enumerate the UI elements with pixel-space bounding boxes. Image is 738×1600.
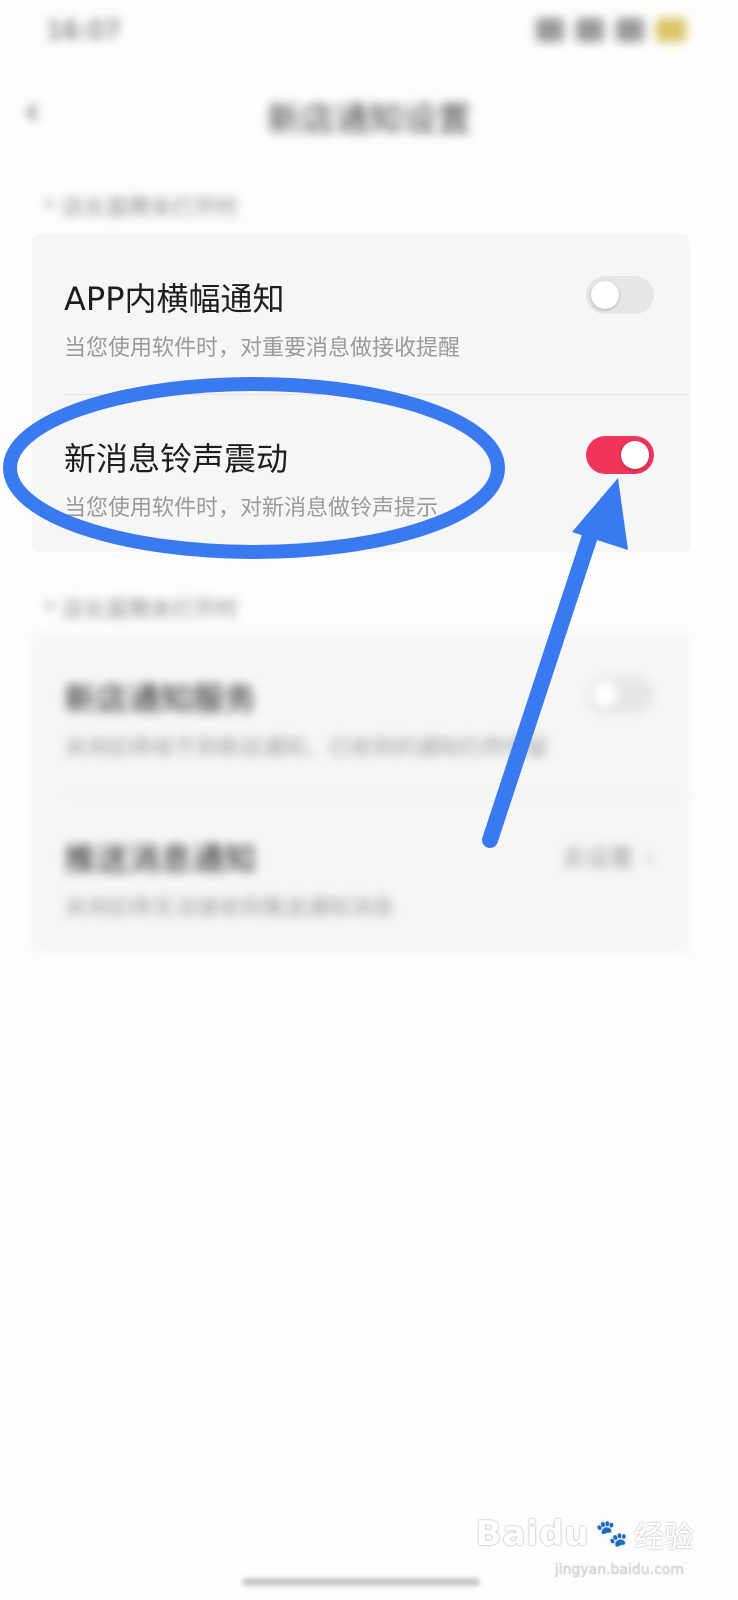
setting-description: 关闭后将无法接收到推送通知消息 — [64, 896, 395, 921]
banner-notification-toggle[interactable] — [586, 276, 654, 314]
watermark-url: jingyan.baidu.com — [554, 1562, 684, 1578]
setting-row-push[interactable]: 推送消息通知 关闭后将无法接收到推送通知消息 去设置 › — [32, 794, 690, 954]
paw-icon: 🐾 — [595, 1519, 628, 1549]
watermark-text: 经验 — [634, 1520, 694, 1555]
network-icon — [616, 18, 644, 42]
setting-value: 去设置 › — [562, 838, 654, 873]
setting-row-banner[interactable]: APP内横幅通知 当您使用软件时，对重要消息做接收提醒 — [32, 234, 690, 394]
wifi-icon — [576, 18, 604, 42]
setting-title: 新消息铃声震动 — [64, 440, 289, 478]
toggle-knob — [621, 441, 649, 469]
toggle-knob — [591, 681, 619, 709]
status-bar: 16:07 — [0, 0, 738, 70]
baidu-watermark: Baidu 🐾 经验 — [476, 1512, 694, 1556]
service-toggle[interactable] — [586, 676, 654, 714]
nav-bar: ‹ 新店通知设置 — [0, 70, 738, 150]
section-label-1: * 店长直聘未打开时 — [44, 196, 238, 221]
settings-card-2: 新店通知服务 关闭后将收不到新店通知，已收到的通知仍然保留 推送消息通知 关闭后… — [32, 634, 690, 954]
watermark-logo: Baidu — [475, 1514, 590, 1554]
battery-icon — [656, 18, 686, 42]
status-time: 16:07 — [46, 16, 121, 46]
setting-description: 当您使用软件时，对重要消息做接收提醒 — [64, 336, 461, 361]
setting-description: 当您使用软件时，对新消息做铃声提示 — [64, 496, 439, 521]
setting-description: 关闭后将收不到新店通知，已收到的通知仍然保留 — [64, 736, 549, 761]
setting-row-ringtone[interactable]: 新消息铃声震动 当您使用软件时，对新消息做铃声提示 — [32, 394, 690, 554]
signal-icon — [536, 18, 564, 42]
ringtone-vibration-toggle[interactable] — [586, 436, 654, 474]
setting-value-text: 去设置 — [561, 844, 634, 872]
toggle-knob — [591, 281, 619, 309]
setting-row-service[interactable]: 新店通知服务 关闭后将收不到新店通知，已收到的通知仍然保留 — [32, 634, 690, 794]
section-label-2: * 店长直聘未打开时 — [44, 598, 238, 623]
setting-title: APP内横幅通知 — [64, 280, 285, 318]
setting-title: 新店通知服务 — [64, 680, 257, 718]
page-title: 新店通知设置 — [267, 100, 471, 140]
home-indicator[interactable] — [242, 1578, 480, 1586]
chevron-right-icon: › — [643, 843, 654, 873]
settings-card-1: APP内横幅通知 当您使用软件时，对重要消息做接收提醒 新消息铃声震动 当您使用… — [32, 234, 690, 552]
status-icons — [536, 18, 686, 42]
setting-title: 推送消息通知 — [64, 840, 257, 878]
